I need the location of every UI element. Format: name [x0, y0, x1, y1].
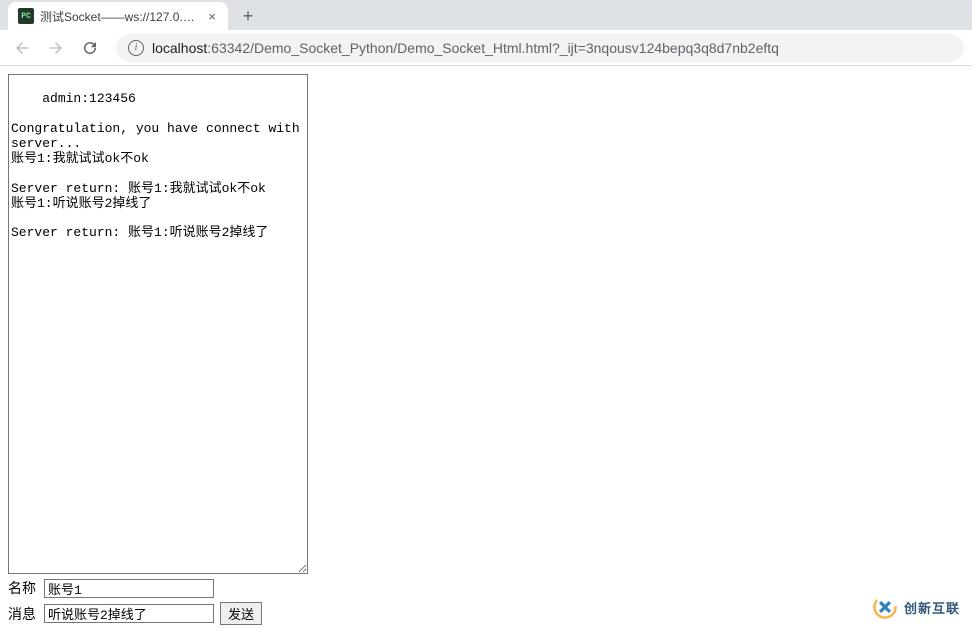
send-button[interactable]: 发送 [220, 602, 262, 625]
browser-tab[interactable]: PC 测试Socket——ws://127.0.0.1:8 × [8, 2, 228, 30]
page-content: admin:123456 Congratulation, you have co… [0, 66, 972, 633]
address-bar[interactable]: i localhost:63342/Demo_Socket_Python/Dem… [116, 34, 964, 62]
browser-tab-bar: PC 测试Socket——ws://127.0.0.1:8 × + [0, 0, 972, 30]
new-tab-button[interactable]: + [234, 2, 262, 30]
log-textarea[interactable]: admin:123456 Congratulation, you have co… [8, 74, 308, 574]
arrow-right-icon [47, 39, 65, 57]
log-content: admin:123456 Congratulation, you have co… [11, 91, 307, 240]
url-text: localhost:63342/Demo_Socket_Python/Demo_… [152, 40, 779, 56]
favicon-icon: PC [18, 8, 34, 24]
name-input[interactable] [44, 579, 214, 598]
reload-button[interactable] [76, 34, 104, 62]
back-button[interactable] [8, 34, 36, 62]
watermark-logo-icon [872, 594, 898, 620]
arrow-left-icon [13, 39, 31, 57]
reload-icon [81, 39, 99, 57]
close-tab-icon[interactable]: × [206, 9, 218, 24]
browser-toolbar: i localhost:63342/Demo_Socket_Python/Dem… [0, 30, 972, 66]
forward-button[interactable] [42, 34, 70, 62]
site-info-icon[interactable]: i [128, 40, 144, 56]
watermark: 创新互联 [872, 594, 960, 620]
tab-title: 测试Socket——ws://127.0.0.1:8 [40, 8, 200, 25]
watermark-text: 创新互联 [904, 598, 960, 617]
name-label: 名称 [8, 578, 38, 598]
message-input[interactable] [44, 604, 214, 623]
message-label: 消息 [8, 604, 38, 624]
